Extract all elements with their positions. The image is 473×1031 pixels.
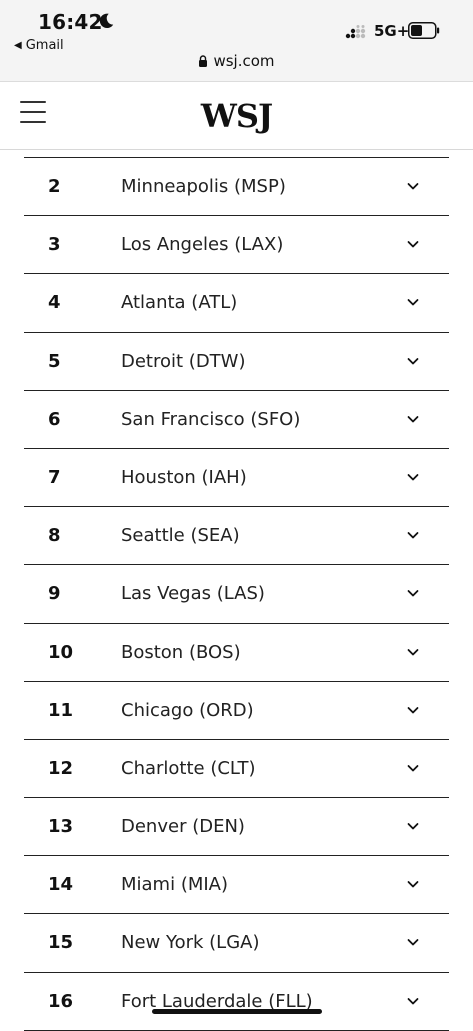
table-row[interactable]: 6 San Francisco (SFO) xyxy=(24,391,449,449)
rank-number: 3 xyxy=(48,234,61,256)
signal-icon xyxy=(345,25,366,39)
table-row[interactable]: 11 Chicago (ORD) xyxy=(24,682,449,740)
airport-name: Los Angeles (LAX) xyxy=(121,234,284,256)
chevron-down-icon[interactable] xyxy=(407,880,419,889)
rank-number: 14 xyxy=(48,874,74,896)
table-row[interactable]: 7 Houston (IAH) xyxy=(24,449,449,508)
table-row[interactable]: 15 New York (LGA) xyxy=(24,914,449,973)
rank-number: 4 xyxy=(48,292,61,314)
chevron-down-icon[interactable] xyxy=(407,938,419,947)
home-indicator[interactable] xyxy=(152,1009,322,1014)
rank-number: 5 xyxy=(48,350,61,372)
table-row[interactable]: 12 Charlotte (CLT) xyxy=(24,740,449,799)
rank-number: 11 xyxy=(48,699,74,721)
airport-name: Atlanta (ATL) xyxy=(121,292,238,314)
table-row[interactable]: 9 Las Vegas (LAS) xyxy=(24,565,449,624)
table-row[interactable]: 13 Denver (DEN) xyxy=(24,798,449,857)
table-row[interactable]: 10 Boston (BOS) xyxy=(24,624,449,682)
chevron-down-icon[interactable] xyxy=(407,298,419,307)
site-header: WSJ xyxy=(0,83,473,150)
back-app-label: Gmail xyxy=(25,38,64,53)
airport-name: San Francisco (SFO) xyxy=(121,408,301,430)
rank-number: 6 xyxy=(48,408,61,430)
battery-icon xyxy=(408,22,440,39)
clock-time: 16:42 xyxy=(38,10,103,34)
status-bar: 16:42 ◀ Gmail 5G+ wsj.com xyxy=(0,0,473,82)
table-row[interactable]: 14 Miami (MIA) xyxy=(24,856,449,915)
lock-icon xyxy=(199,55,208,67)
rank-number: 7 xyxy=(48,466,61,488)
airport-name: Boston (BOS) xyxy=(121,641,241,663)
airport-name: New York (LGA) xyxy=(121,932,260,954)
rank-number: 15 xyxy=(48,932,74,954)
chevron-down-icon[interactable] xyxy=(407,589,419,598)
moon-icon xyxy=(99,13,114,29)
chevron-down-icon[interactable] xyxy=(407,415,419,424)
chevron-down-icon[interactable] xyxy=(407,997,419,1006)
rank-number: 8 xyxy=(48,525,61,547)
chevron-down-icon[interactable] xyxy=(407,706,419,715)
table-row[interactable]: 16 Fort Lauderdale (FLL) xyxy=(24,973,449,1031)
chevron-down-icon[interactable] xyxy=(407,240,419,249)
chevron-down-icon[interactable] xyxy=(407,648,419,657)
table-row[interactable]: 2 Minneapolis (MSP) xyxy=(24,158,449,217)
wsj-logo[interactable]: WSJ xyxy=(0,97,473,135)
rank-number: 2 xyxy=(48,176,61,197)
rank-number: 10 xyxy=(48,641,74,663)
airport-name: Minneapolis (MSP) xyxy=(121,176,286,197)
table-row[interactable]: 4 Atlanta (ATL) xyxy=(24,274,449,333)
airport-name: Las Vegas (LAS) xyxy=(121,583,265,605)
back-to-app-link[interactable]: ◀ Gmail xyxy=(14,38,64,53)
address-bar[interactable]: wsj.com xyxy=(0,52,473,70)
back-arrow-icon: ◀ xyxy=(14,40,22,51)
chevron-down-icon[interactable] xyxy=(407,764,419,773)
network-type: 5G+ xyxy=(374,22,410,40)
airport-name: Miami (MIA) xyxy=(121,874,229,896)
airport-name: Seattle (SEA) xyxy=(121,525,240,547)
airport-name: Denver (DEN) xyxy=(121,816,245,838)
url-text: wsj.com xyxy=(213,52,275,70)
rank-number: 16 xyxy=(48,990,74,1012)
rank-number: 13 xyxy=(48,816,74,838)
table-row[interactable]: 5 Detroit (DTW) xyxy=(24,333,449,391)
airport-name: Houston (IAH) xyxy=(121,466,247,488)
chevron-down-icon[interactable] xyxy=(407,182,419,191)
rank-number: 9 xyxy=(48,583,61,605)
chevron-down-icon[interactable] xyxy=(407,822,419,831)
chevron-down-icon[interactable] xyxy=(407,531,419,540)
airport-name: Detroit (DTW) xyxy=(121,350,246,372)
chevron-down-icon[interactable] xyxy=(407,357,419,366)
rank-number: 12 xyxy=(48,757,74,779)
chevron-down-icon[interactable] xyxy=(407,473,419,482)
airport-ranking-list: 2 Minneapolis (MSP) 3 Los Angeles (LAX) 4 Atl… xyxy=(24,157,449,1031)
table-row[interactable]: 8 Seattle (SEA) xyxy=(24,507,449,566)
airport-name: Chicago (ORD) xyxy=(121,699,254,721)
airport-name: Charlotte (CLT) xyxy=(121,757,256,779)
table-row[interactable]: 3 Los Angeles (LAX) xyxy=(24,216,449,275)
